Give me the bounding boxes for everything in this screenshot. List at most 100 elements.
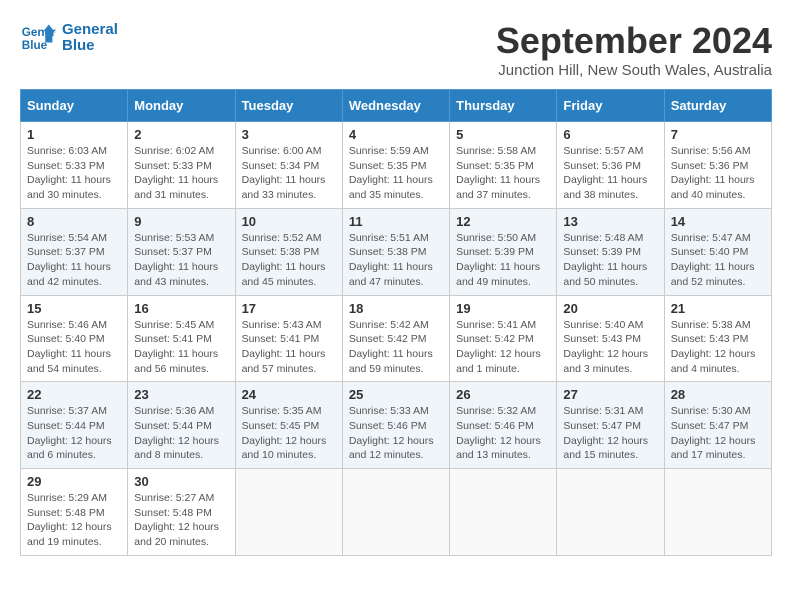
day-detail: Sunrise: 5:57 AM Sunset: 5:36 PM Dayligh… (563, 145, 647, 201)
day-detail: Sunrise: 6:03 AM Sunset: 5:33 PM Dayligh… (27, 145, 111, 201)
day-number: 9 (134, 214, 228, 229)
day-number: 7 (671, 127, 765, 142)
day-number: 30 (134, 474, 228, 489)
day-detail: Sunrise: 5:48 AM Sunset: 5:39 PM Dayligh… (563, 232, 647, 288)
day-number: 21 (671, 301, 765, 316)
day-cell: 9 Sunrise: 5:53 AM Sunset: 5:37 PM Dayli… (128, 208, 235, 295)
day-cell: 8 Sunrise: 5:54 AM Sunset: 5:37 PM Dayli… (21, 208, 128, 295)
day-cell: 18 Sunrise: 5:42 AM Sunset: 5:42 PM Dayl… (342, 295, 449, 382)
day-cell: 16 Sunrise: 5:45 AM Sunset: 5:41 PM Dayl… (128, 295, 235, 382)
day-cell: 22 Sunrise: 5:37 AM Sunset: 5:44 PM Dayl… (21, 382, 128, 469)
day-detail: Sunrise: 5:54 AM Sunset: 5:37 PM Dayligh… (27, 232, 111, 288)
day-cell (557, 469, 664, 556)
day-number: 18 (349, 301, 443, 316)
day-detail: Sunrise: 5:52 AM Sunset: 5:38 PM Dayligh… (242, 232, 326, 288)
title-section: September 2024 Junction Hill, New South … (496, 20, 772, 79)
day-cell: 30 Sunrise: 5:27 AM Sunset: 5:48 PM Dayl… (128, 469, 235, 556)
logo-line1: General (62, 22, 118, 39)
day-detail: Sunrise: 5:33 AM Sunset: 5:46 PM Dayligh… (349, 405, 434, 461)
day-detail: Sunrise: 5:31 AM Sunset: 5:47 PM Dayligh… (563, 405, 648, 461)
day-detail: Sunrise: 6:02 AM Sunset: 5:33 PM Dayligh… (134, 145, 218, 201)
day-number: 22 (27, 387, 121, 402)
day-number: 5 (456, 127, 550, 142)
day-cell: 12 Sunrise: 5:50 AM Sunset: 5:39 PM Dayl… (450, 208, 557, 295)
day-cell: 13 Sunrise: 5:48 AM Sunset: 5:39 PM Dayl… (557, 208, 664, 295)
weekday-header-tuesday: Tuesday (235, 90, 342, 122)
day-number: 1 (27, 127, 121, 142)
weekday-header-monday: Monday (128, 90, 235, 122)
day-cell: 14 Sunrise: 5:47 AM Sunset: 5:40 PM Dayl… (664, 208, 771, 295)
week-row-2: 8 Sunrise: 5:54 AM Sunset: 5:37 PM Dayli… (21, 208, 772, 295)
day-detail: Sunrise: 5:37 AM Sunset: 5:44 PM Dayligh… (27, 405, 112, 461)
day-cell (235, 469, 342, 556)
day-cell: 4 Sunrise: 5:59 AM Sunset: 5:35 PM Dayli… (342, 122, 449, 209)
day-number: 12 (456, 214, 550, 229)
week-row-5: 29 Sunrise: 5:29 AM Sunset: 5:48 PM Dayl… (21, 469, 772, 556)
day-number: 15 (27, 301, 121, 316)
day-detail: Sunrise: 5:41 AM Sunset: 5:42 PM Dayligh… (456, 319, 541, 375)
day-detail: Sunrise: 5:42 AM Sunset: 5:42 PM Dayligh… (349, 319, 433, 375)
day-cell: 11 Sunrise: 5:51 AM Sunset: 5:38 PM Dayl… (342, 208, 449, 295)
week-row-3: 15 Sunrise: 5:46 AM Sunset: 5:40 PM Dayl… (21, 295, 772, 382)
day-cell: 2 Sunrise: 6:02 AM Sunset: 5:33 PM Dayli… (128, 122, 235, 209)
day-detail: Sunrise: 5:38 AM Sunset: 5:43 PM Dayligh… (671, 319, 756, 375)
day-detail: Sunrise: 5:45 AM Sunset: 5:41 PM Dayligh… (134, 319, 218, 375)
day-number: 27 (563, 387, 657, 402)
day-detail: Sunrise: 5:51 AM Sunset: 5:38 PM Dayligh… (349, 232, 433, 288)
day-cell: 24 Sunrise: 5:35 AM Sunset: 5:45 PM Dayl… (235, 382, 342, 469)
day-detail: Sunrise: 5:50 AM Sunset: 5:39 PM Dayligh… (456, 232, 540, 288)
day-number: 17 (242, 301, 336, 316)
day-cell: 10 Sunrise: 5:52 AM Sunset: 5:38 PM Dayl… (235, 208, 342, 295)
day-number: 6 (563, 127, 657, 142)
weekday-header-wednesday: Wednesday (342, 90, 449, 122)
day-cell: 1 Sunrise: 6:03 AM Sunset: 5:33 PM Dayli… (21, 122, 128, 209)
day-detail: Sunrise: 5:46 AM Sunset: 5:40 PM Dayligh… (27, 319, 111, 375)
day-cell: 7 Sunrise: 5:56 AM Sunset: 5:36 PM Dayli… (664, 122, 771, 209)
day-detail: Sunrise: 5:36 AM Sunset: 5:44 PM Dayligh… (134, 405, 219, 461)
day-cell: 23 Sunrise: 5:36 AM Sunset: 5:44 PM Dayl… (128, 382, 235, 469)
day-detail: Sunrise: 5:58 AM Sunset: 5:35 PM Dayligh… (456, 145, 540, 201)
day-cell (342, 469, 449, 556)
week-row-4: 22 Sunrise: 5:37 AM Sunset: 5:44 PM Dayl… (21, 382, 772, 469)
logo-line2: Blue (62, 38, 118, 55)
day-number: 4 (349, 127, 443, 142)
day-number: 29 (27, 474, 121, 489)
day-number: 19 (456, 301, 550, 316)
day-cell: 20 Sunrise: 5:40 AM Sunset: 5:43 PM Dayl… (557, 295, 664, 382)
day-cell: 19 Sunrise: 5:41 AM Sunset: 5:42 PM Dayl… (450, 295, 557, 382)
logo-icon: General Blue (20, 20, 56, 56)
day-cell: 26 Sunrise: 5:32 AM Sunset: 5:46 PM Dayl… (450, 382, 557, 469)
location-title: Junction Hill, New South Wales, Australi… (496, 62, 772, 79)
day-cell (450, 469, 557, 556)
day-detail: Sunrise: 5:43 AM Sunset: 5:41 PM Dayligh… (242, 319, 326, 375)
day-cell: 3 Sunrise: 6:00 AM Sunset: 5:34 PM Dayli… (235, 122, 342, 209)
day-cell: 5 Sunrise: 5:58 AM Sunset: 5:35 PM Dayli… (450, 122, 557, 209)
day-number: 16 (134, 301, 228, 316)
month-title: September 2024 (496, 20, 772, 62)
day-number: 24 (242, 387, 336, 402)
day-number: 26 (456, 387, 550, 402)
day-number: 20 (563, 301, 657, 316)
week-row-1: 1 Sunrise: 6:03 AM Sunset: 5:33 PM Dayli… (21, 122, 772, 209)
day-number: 13 (563, 214, 657, 229)
weekday-header-saturday: Saturday (664, 90, 771, 122)
weekday-header-thursday: Thursday (450, 90, 557, 122)
day-cell: 17 Sunrise: 5:43 AM Sunset: 5:41 PM Dayl… (235, 295, 342, 382)
day-detail: Sunrise: 5:53 AM Sunset: 5:37 PM Dayligh… (134, 232, 218, 288)
day-detail: Sunrise: 5:40 AM Sunset: 5:43 PM Dayligh… (563, 319, 648, 375)
header: General Blue General Blue September 2024… (20, 20, 772, 79)
day-number: 14 (671, 214, 765, 229)
day-detail: Sunrise: 5:27 AM Sunset: 5:48 PM Dayligh… (134, 492, 219, 548)
day-detail: Sunrise: 5:56 AM Sunset: 5:36 PM Dayligh… (671, 145, 755, 201)
weekday-header-friday: Friday (557, 90, 664, 122)
day-detail: Sunrise: 6:00 AM Sunset: 5:34 PM Dayligh… (242, 145, 326, 201)
day-number: 2 (134, 127, 228, 142)
day-detail: Sunrise: 5:29 AM Sunset: 5:48 PM Dayligh… (27, 492, 112, 548)
day-detail: Sunrise: 5:59 AM Sunset: 5:35 PM Dayligh… (349, 145, 433, 201)
day-number: 25 (349, 387, 443, 402)
calendar-table: SundayMondayTuesdayWednesdayThursdayFrid… (20, 89, 772, 556)
day-number: 23 (134, 387, 228, 402)
day-cell: 28 Sunrise: 5:30 AM Sunset: 5:47 PM Dayl… (664, 382, 771, 469)
day-detail: Sunrise: 5:35 AM Sunset: 5:45 PM Dayligh… (242, 405, 327, 461)
day-detail: Sunrise: 5:32 AM Sunset: 5:46 PM Dayligh… (456, 405, 541, 461)
